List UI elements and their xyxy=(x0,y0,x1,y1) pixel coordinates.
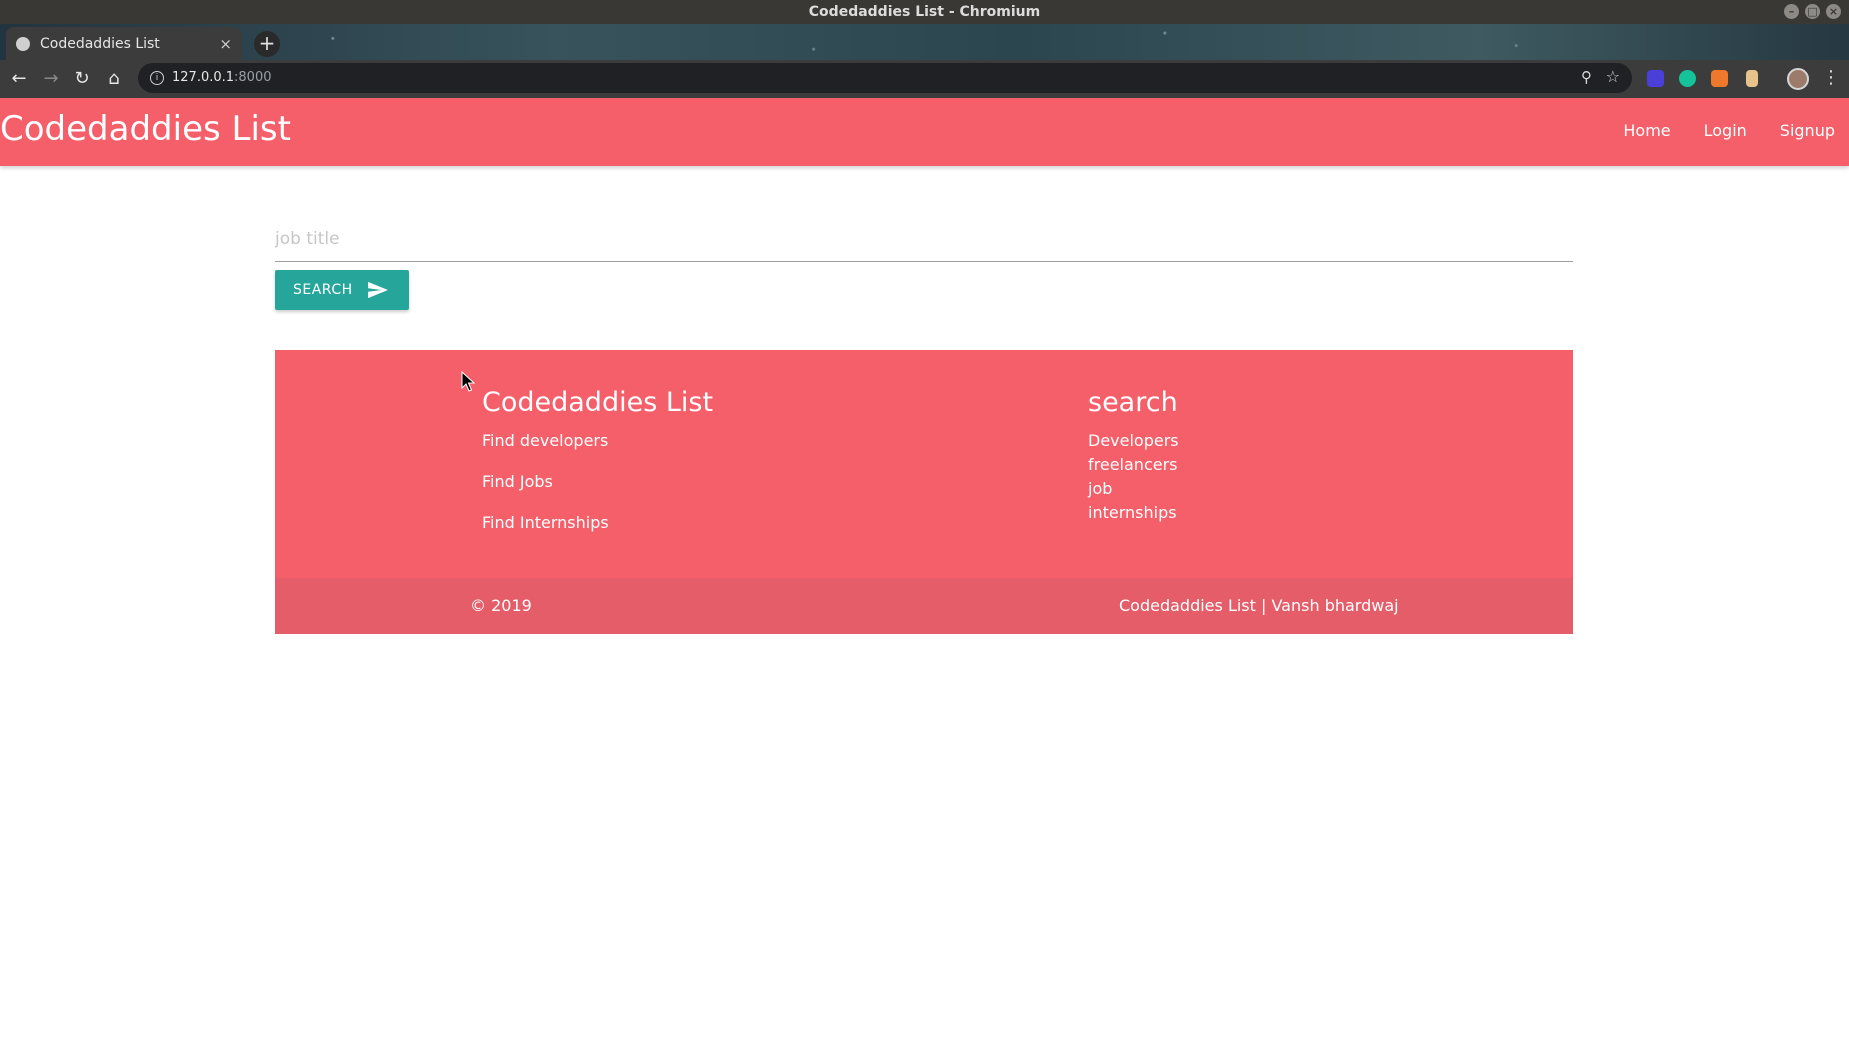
forward-arrow-icon[interactable]: → xyxy=(40,68,62,90)
browser-tabstrip: Codedaddies List × + xyxy=(0,24,1849,60)
minimize-icon[interactable]: – xyxy=(1784,4,1799,19)
new-tab-button[interactable]: + xyxy=(254,31,280,57)
maximize-icon[interactable]: □ xyxy=(1805,4,1820,19)
zoom-icon[interactable]: ⚲ xyxy=(1581,68,1592,86)
footer-copyright-bar: © 2019 Codedaddies List | Vansh bhardwaj xyxy=(275,578,1573,634)
search-button-label: SEARCH xyxy=(293,282,353,298)
nav-link-home[interactable]: Home xyxy=(1623,120,1670,142)
url-port: :8000 xyxy=(234,70,272,85)
grammarly-icon[interactable] xyxy=(1679,70,1696,87)
footer-search-heading: search xyxy=(1088,387,1178,418)
nav-link-signup[interactable]: Signup xyxy=(1780,120,1835,142)
url-host: 127.0.0.1 xyxy=(172,70,235,85)
address-bar[interactable]: i 127.0.0.1:8000 ⚲ ☆ xyxy=(138,63,1632,93)
tab-title: Codedaddies List xyxy=(40,35,160,52)
footer-link-job[interactable]: job xyxy=(1088,479,1179,499)
bookmark-star-icon[interactable]: ☆ xyxy=(1606,67,1620,86)
footer-link-freelancers[interactable]: freelancers xyxy=(1088,455,1179,475)
footer-link-developers[interactable]: Developers xyxy=(1088,431,1179,451)
extension-icon[interactable] xyxy=(1746,70,1758,87)
footer-link-find-jobs[interactable]: Find Jobs xyxy=(482,472,713,492)
reload-icon[interactable]: ↻ xyxy=(71,68,93,90)
favicon-icon xyxy=(16,36,30,51)
browser-menu-icon[interactable]: ⋮ xyxy=(1822,67,1840,88)
search-button[interactable]: SEARCH xyxy=(275,270,409,310)
close-window-icon[interactable]: × xyxy=(1826,4,1841,19)
footer-link-internships[interactable]: internships xyxy=(1088,503,1179,523)
search-form: SEARCH xyxy=(275,216,1573,310)
nav-link-login[interactable]: Login xyxy=(1704,120,1747,142)
site-navbar: Codedaddies List Home Login Signup xyxy=(0,98,1849,166)
site-brand[interactable]: Codedaddies List xyxy=(0,109,291,149)
mouse-cursor-icon xyxy=(461,371,475,392)
send-icon xyxy=(367,281,388,299)
footer-brand-heading: Codedaddies List xyxy=(482,387,714,418)
browser-toolbar: ← → ↻ ⌂ i 127.0.0.1:8000 ⚲ ☆ ⋮ xyxy=(0,60,1849,98)
window-controls: – □ × xyxy=(1784,4,1841,19)
window-title: Codedaddies List - Chromium xyxy=(808,4,1041,20)
credit-text: Codedaddies List | Vansh bhardwaj xyxy=(1119,596,1399,615)
os-window-titlebar: Codedaddies List - Chromium – □ × xyxy=(0,0,1849,24)
footer-col-search: search Developers freelancers job intern… xyxy=(1088,386,1179,527)
home-icon[interactable]: ⌂ xyxy=(103,68,125,90)
web-page: Codedaddies List Home Login Signup SEARC… xyxy=(0,98,1849,1048)
url-text[interactable]: 127.0.0.1:8000 xyxy=(172,70,272,85)
footer-col-brand: Codedaddies List Find developers Find Jo… xyxy=(482,386,713,554)
footer-link-find-internships[interactable]: Find Internships xyxy=(482,513,713,533)
job-title-input[interactable] xyxy=(275,216,1573,262)
profile-avatar[interactable] xyxy=(1787,68,1809,90)
copyright-text: © 2019 xyxy=(470,596,532,615)
extension-icon[interactable] xyxy=(1647,70,1664,87)
site-info-icon[interactable]: i xyxy=(150,71,164,85)
browser-tab[interactable]: Codedaddies List × xyxy=(6,27,242,60)
footer-link-find-developers[interactable]: Find developers xyxy=(482,431,713,451)
back-arrow-icon[interactable]: ← xyxy=(8,68,30,90)
nav-links: Home Login Signup xyxy=(1623,120,1835,142)
extension-icon[interactable] xyxy=(1711,70,1728,87)
tab-close-icon[interactable]: × xyxy=(219,35,232,53)
